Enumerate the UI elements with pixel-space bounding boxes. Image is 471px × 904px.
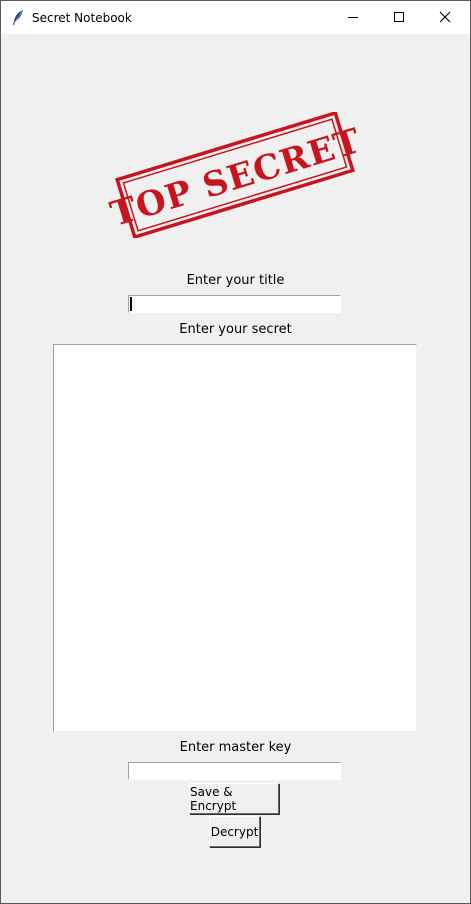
save-encrypt-button[interactable]: Save & Encrypt	[189, 783, 279, 814]
feather-icon	[11, 9, 25, 26]
maximize-icon	[393, 8, 405, 27]
title-label: Enter your title	[186, 273, 285, 288]
decrypt-button[interactable]: Decrypt	[209, 816, 260, 847]
close-icon	[439, 8, 451, 27]
window-title: Secret Notebook	[32, 11, 132, 25]
minimize-icon	[347, 8, 359, 27]
minimize-button[interactable]	[330, 1, 376, 34]
master-key-input[interactable]	[128, 762, 341, 780]
close-button[interactable]	[422, 1, 468, 34]
app-window: Secret Notebook TOP SECRET Enter your ti…	[0, 0, 471, 904]
secret-textarea[interactable]	[53, 344, 417, 732]
master-key-label: Enter master key	[179, 740, 292, 755]
title-bar[interactable]: Secret Notebook	[1, 1, 470, 34]
top-secret-stamp-image: TOP SECRET	[107, 112, 363, 238]
maximize-button[interactable]	[376, 1, 422, 34]
text-cursor	[130, 297, 132, 311]
secret-label: Enter your secret	[179, 322, 292, 337]
main-panel: TOP SECRET Enter your title Enter your s…	[1, 34, 470, 903]
title-input[interactable]	[128, 295, 341, 313]
